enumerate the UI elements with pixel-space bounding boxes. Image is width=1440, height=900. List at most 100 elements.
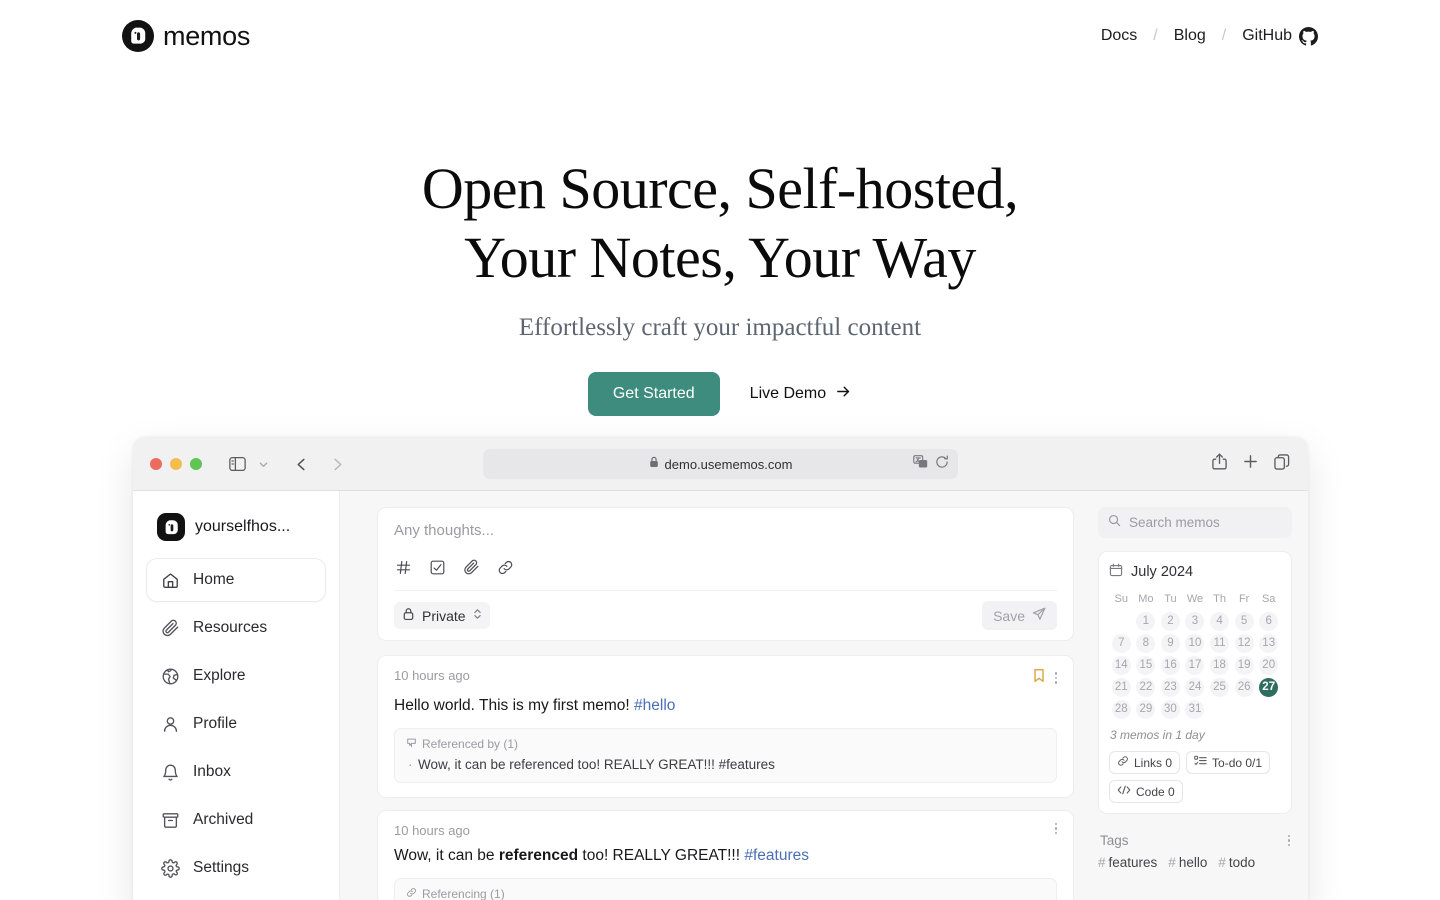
maximize-window-button[interactable] [190,458,202,470]
memo-header: 10 hours ago [394,822,1057,838]
calendar-day[interactable]: 13 [1259,634,1279,653]
calendar-day[interactable]: 24 [1185,678,1205,697]
link-icon [406,887,417,900]
calendar-day[interactable]: 17 [1185,656,1205,675]
chevron-down-icon[interactable] [250,451,276,477]
chevron-right-icon[interactable] [324,451,350,477]
calendar-day[interactable]: 25 [1210,678,1230,697]
calendar-day[interactable]: 11 [1210,634,1230,653]
calendar-day[interactable]: 21 [1111,678,1131,697]
tabs-overview-icon[interactable] [1274,453,1290,475]
app-sidebar: yourselfhos... Home Resources Explore Pr… [133,491,340,900]
sidebar-item-profile[interactable]: Profile [147,703,325,745]
calendar-note: 3 memos in 1 day [1110,728,1205,742]
plus-icon[interactable] [1243,454,1258,474]
sidebar-item-inbox[interactable]: Inbox [147,751,325,793]
calendar-day[interactable]: 5 [1234,612,1254,631]
translate-icon[interactable]: 文 [913,454,928,474]
calendar-header[interactable]: July 2024 [1109,563,1281,581]
memo-tag[interactable]: #hello [634,697,675,714]
calendar-day[interactable]: 20 [1259,656,1279,675]
hash-icon[interactable] [394,558,413,577]
calendar-day[interactable]: 19 [1234,656,1254,675]
reference-item[interactable]: Wow, it can be referenced too! REALLY GR… [406,757,1045,772]
calendar-day[interactable]: 1 [1136,612,1156,631]
visibility-label: Private [422,607,466,624]
memo-card[interactable]: 10 hours ago Wow, it can be referenced t… [377,809,1074,900]
calendar-day[interactable]: 28 [1111,700,1131,719]
more-vertical-icon[interactable] [1054,672,1057,684]
visibility-selector[interactable]: Private [394,602,490,629]
sidebar-item-settings[interactable]: Settings [147,847,325,889]
tag-chip[interactable]: # todo [1218,855,1255,870]
calendar-day[interactable]: 10 [1185,634,1205,653]
stat-label: To-do 0/1 [1212,755,1263,770]
browser-right-actions [1212,453,1290,475]
more-vertical-icon[interactable] [1287,834,1290,847]
bell-icon [160,762,180,782]
calendar-day[interactable]: 23 [1160,678,1180,697]
close-window-button[interactable] [150,458,162,470]
chevron-left-icon[interactable] [288,451,314,477]
window-traffic-lights [150,458,202,470]
more-vertical-icon[interactable] [1054,822,1057,835]
calendar-day[interactable]: 30 [1160,700,1180,719]
share-icon[interactable] [1212,453,1227,475]
calendar-day[interactable]: 15 [1136,656,1156,675]
memo-card[interactable]: 10 hours ago Hello world. This is my fir… [377,655,1074,798]
link-icon[interactable] [496,558,515,577]
memos-ghost-logo-icon [122,20,154,52]
memo-feed: Any thoughts... Private Save 10 hours ag… [340,491,1090,900]
bookmark-icon[interactable] [1032,668,1046,688]
live-demo-button[interactable]: Live Demo [750,383,852,405]
calendar-day[interactable]: 3 [1185,612,1205,631]
tag-list: # features # hello # todo [1098,855,1292,870]
workspace-header[interactable]: yourselfhos... [147,513,325,541]
sidebar-item-label: Archived [193,811,254,828]
save-button[interactable]: Save [982,601,1057,630]
nav-link-blog[interactable]: Blog [1172,27,1208,45]
calendar-day[interactable]: 29 [1136,700,1156,719]
minimize-window-button[interactable] [170,458,182,470]
memo-editor[interactable]: Any thoughts... Private Save [377,507,1074,641]
globe-icon [160,666,180,686]
calendar-day[interactable]: 4 [1210,612,1230,631]
paperclip-icon[interactable] [462,558,481,577]
search-input[interactable]: Search memos [1098,507,1292,538]
reload-icon[interactable] [935,455,949,474]
calendar-day[interactable]: 8 [1136,634,1156,653]
calendar-day[interactable]: 12 [1234,634,1254,653]
calendar-grid[interactable]: Su Mo Tu We Th Fr Sa 1 2 3 4 5 6 7 8 9 10 11 12 13 14 15 16 17 1… [1109,590,1281,719]
nav-link-docs[interactable]: Docs [1099,27,1139,45]
calendar-icon [1109,563,1123,581]
memo-tag[interactable]: #features [744,847,809,864]
calendar-day[interactable]: 9 [1160,634,1180,653]
stat-links[interactable]: Links 0 [1109,751,1181,774]
calendar-day[interactable]: 14 [1111,656,1131,675]
brand-logo-link[interactable]: memos [122,20,250,52]
sidebar-item-home[interactable]: Home [147,559,325,601]
url-text: demo.usememos.com [664,456,793,472]
stat-code[interactable]: Code 0 [1109,780,1183,803]
calendar-day[interactable]: 2 [1160,612,1180,631]
calendar-day[interactable]: 22 [1136,678,1156,697]
sidebar-toggle-icon[interactable] [224,451,250,477]
sidebar-item-archived[interactable]: Archived [147,799,325,841]
calendar-day[interactable]: 16 [1160,656,1180,675]
tag-chip[interactable]: # features [1098,855,1157,870]
calendar-weekday: Fr [1238,593,1250,605]
calendar-day[interactable]: 27 [1259,678,1279,697]
calendar-day[interactable]: 6 [1259,612,1279,631]
stat-todo[interactable]: To-do 0/1 [1186,751,1271,774]
checkbox-icon[interactable] [428,558,447,577]
calendar-day[interactable]: 26 [1234,678,1254,697]
tag-chip[interactable]: # hello [1168,855,1207,870]
sidebar-item-explore[interactable]: Explore [147,655,325,697]
get-started-button[interactable]: Get Started [587,372,720,416]
nav-link-github[interactable]: GitHub [1240,26,1320,46]
sidebar-item-resources[interactable]: Resources [147,607,325,649]
address-bar[interactable]: demo.usememos.com 文 [483,449,958,479]
calendar-day[interactable]: 31 [1185,700,1205,719]
calendar-day[interactable]: 18 [1210,656,1230,675]
calendar-day[interactable]: 7 [1111,634,1131,653]
